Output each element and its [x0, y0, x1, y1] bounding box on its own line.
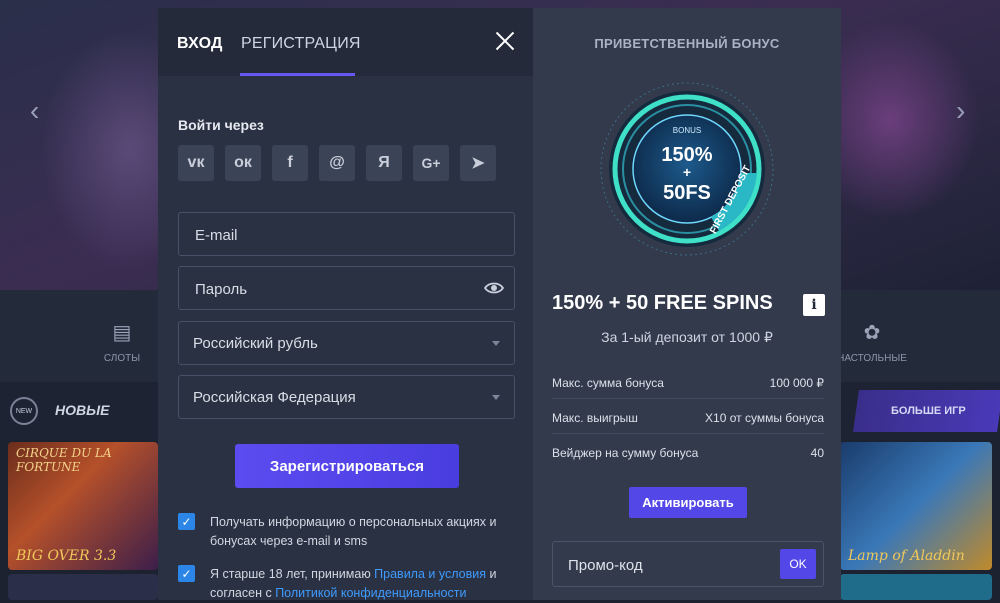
wheel-spins: 50FS — [663, 182, 711, 204]
welcome-bonus-panel: ПРИВЕТСТВЕННЫЙ БОНУС BONUS 150% + 50FS F… — [533, 8, 841, 600]
promo-consent-label: Получать информацию о персональных акция… — [210, 515, 497, 548]
chevron-down-icon — [492, 395, 500, 400]
more-games-button[interactable]: БОЛЬШЕ ИГР — [853, 390, 1000, 432]
tab-registration[interactable]: РЕГИСТРАЦИЯ — [241, 35, 361, 53]
game-caption: Lamp of Aladdin — [848, 548, 965, 564]
email-field[interactable] — [178, 212, 515, 257]
poker-chip-icon: ✿ — [863, 322, 881, 344]
bonus-detail-row: Макс. выигрыш X10 от суммы бонуса — [552, 398, 824, 434]
detail-value: 100 000 ₽ — [769, 376, 824, 390]
auth-tabs: ВХОД РЕГИСТРАЦИЯ — [158, 8, 533, 76]
promo-code-input[interactable] — [566, 542, 770, 588]
active-tab-indicator — [240, 73, 355, 76]
age-consent-checkbox[interactable]: ✓ — [178, 565, 195, 582]
promo-consent-checkbox[interactable]: ✓ — [178, 513, 195, 530]
game-tile[interactable] — [8, 574, 158, 600]
game-tile[interactable] — [840, 574, 992, 600]
country-value: Российская Федерация — [193, 389, 356, 406]
offer-subtitle: За 1-ый депозит от 1000 ₽ — [601, 329, 773, 345]
game-tile[interactable]: CIRQUE DU LA FORTUNE BIG OVER 3.3 — [8, 442, 158, 570]
privacy-policy-link[interactable]: Политикой конфиденциальности — [275, 586, 466, 600]
age-consent-label: Я старше 18 лет, принимаю Правила и усло… — [210, 565, 520, 603]
offer-title: 150% + 50 FREE SPINS — [552, 292, 773, 314]
chevron-down-icon — [492, 341, 500, 346]
bonus-heading: ПРИВЕТСТВЕННЫЙ БОНУС — [594, 36, 780, 51]
wheel-bonus-label: BONUS — [673, 126, 701, 135]
country-select[interactable]: Российская Федерация — [178, 375, 515, 419]
odnoklassniki-icon[interactable]: ок — [225, 145, 261, 181]
currency-select[interactable]: Российский рубль — [178, 321, 515, 365]
chevron-right-icon[interactable]: › — [956, 95, 965, 127]
game-title: CIRQUE DU LA FORTUNE — [16, 446, 112, 474]
google-plus-icon[interactable]: G+ — [413, 145, 449, 181]
yandex-icon[interactable]: Я — [366, 145, 402, 181]
detail-key: Вейджер на сумму бонуса — [552, 446, 699, 460]
info-icon[interactable]: i — [803, 294, 825, 316]
password-field[interactable] — [178, 266, 515, 311]
password-input[interactable] — [193, 267, 477, 311]
game-caption: BIG OVER 3.3 — [16, 548, 117, 564]
detail-value: 40 — [810, 446, 824, 460]
eye-icon[interactable] — [484, 279, 504, 297]
detail-key: Макс. сумма бонуса — [552, 376, 664, 390]
vk-icon[interactable]: ᴠк — [178, 145, 214, 181]
detail-key: Макс. выигрыш — [552, 411, 638, 425]
email-input[interactable] — [193, 213, 477, 257]
new-games-heading: НОВЫЕ — [55, 402, 110, 418]
register-button[interactable]: Зарегистрироваться — [235, 444, 459, 488]
new-badge-icon: NEW — [10, 397, 38, 425]
google-plus-glyph: G+ — [421, 155, 441, 171]
vk-glyph: ᴠк — [187, 154, 205, 171]
game-tile[interactable]: Lamp of Aladdin — [840, 442, 992, 570]
tab-login[interactable]: ВХОД — [177, 35, 223, 53]
category-label: СЛОТЫ — [103, 353, 141, 364]
chevron-left-icon[interactable]: ‹ — [30, 95, 39, 127]
mail-ru-glyph: @ — [329, 154, 345, 171]
activate-button[interactable]: Активировать — [629, 487, 747, 518]
promo-ok-button[interactable]: OK — [780, 549, 816, 579]
bonus-detail-row: Вейджер на сумму бонуса 40 — [552, 433, 824, 468]
bonus-detail-row: Макс. сумма бонуса 100 000 ₽ — [552, 363, 824, 399]
facebook-glyph: f — [287, 154, 293, 171]
odnoklassniki-glyph: ок — [234, 154, 252, 171]
telegram-icon[interactable]: ➤ — [460, 145, 496, 181]
category-label: НАСТОЛЬНЫЕ — [837, 353, 907, 364]
registration-panel: ВХОД РЕГИСТРАЦИЯ Войти через ᴠк ок f @ Я… — [158, 8, 533, 600]
bonus-wheel-image: BONUS 150% + 50FS FIRST DEPOSIT — [600, 82, 774, 256]
social-login-heading: Войти через — [178, 117, 264, 133]
close-icon[interactable] — [494, 30, 516, 52]
telegram-glyph: ➤ — [471, 155, 485, 172]
wheel-plus: + — [683, 164, 691, 180]
age-consent-text: Я старше 18 лет, принимаю — [210, 567, 375, 581]
yandex-glyph: Я — [378, 154, 390, 171]
slot-machine-icon: ▤ — [112, 322, 132, 344]
more-games-label: БОЛЬШЕ ИГР — [890, 405, 966, 417]
terms-link[interactable]: Правила и условия — [374, 567, 486, 581]
mail-ru-icon[interactable]: @ — [319, 145, 355, 181]
category-slots[interactable]: ▤ СЛОТЫ — [87, 320, 157, 364]
facebook-icon[interactable]: f — [272, 145, 308, 181]
wheel-percent: 150% — [661, 144, 712, 166]
promo-code-field[interactable]: OK — [552, 541, 824, 588]
currency-value: Российский рубль — [193, 335, 318, 352]
category-table-games[interactable]: ✿ НАСТОЛЬНЫЕ — [837, 320, 907, 364]
detail-value: X10 от суммы бонуса — [705, 411, 824, 425]
